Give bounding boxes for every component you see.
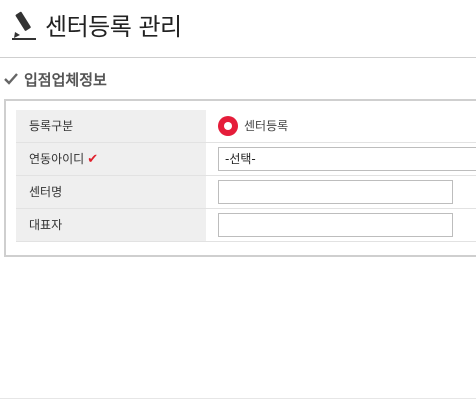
linked-id-cell: -선택- xyxy=(206,142,476,175)
center-name-cell xyxy=(206,175,476,208)
center-name-input[interactable] xyxy=(218,179,453,204)
registration-type-label: 등록구분 xyxy=(16,110,206,142)
center-registration-radio[interactable] xyxy=(218,115,238,136)
check-icon xyxy=(4,73,18,85)
form-panel: 등록구분 센터등록 연동아이디 ✔ -선택- 센터명 대표자 xyxy=(4,99,476,257)
registration-type-cell: 센터등록 xyxy=(206,110,476,142)
required-check-icon: ✔ xyxy=(87,152,99,167)
form-row-representative: 대표자 xyxy=(16,208,476,241)
center-registration-radio-group[interactable]: 센터등록 xyxy=(218,115,476,136)
form-table: 등록구분 센터등록 연동아이디 ✔ -선택- 센터명 대표자 xyxy=(16,110,476,242)
page-header: 센터등록 관리 xyxy=(0,0,476,58)
pencil-icon xyxy=(12,11,36,40)
linked-id-label-cell: 연동아이디 ✔ xyxy=(16,142,206,175)
section-title: 입점업체정보 xyxy=(24,71,107,89)
representative-label: 대표자 xyxy=(16,208,206,241)
form-row-registration-type: 등록구분 센터등록 xyxy=(16,110,476,142)
page-title: 센터등록 관리 xyxy=(45,13,182,41)
representative-input[interactable] xyxy=(218,212,453,237)
linked-id-label: 연동아이디 xyxy=(29,152,85,166)
linked-id-select[interactable]: -선택- xyxy=(218,146,476,171)
representative-cell xyxy=(206,208,476,241)
center-registration-radio-label[interactable]: 센터등록 xyxy=(244,117,288,134)
center-name-label: 센터명 xyxy=(16,175,206,208)
form-row-linked-id: 연동아이디 ✔ -선택- xyxy=(16,142,476,175)
form-row-center-name: 센터명 xyxy=(16,175,476,208)
